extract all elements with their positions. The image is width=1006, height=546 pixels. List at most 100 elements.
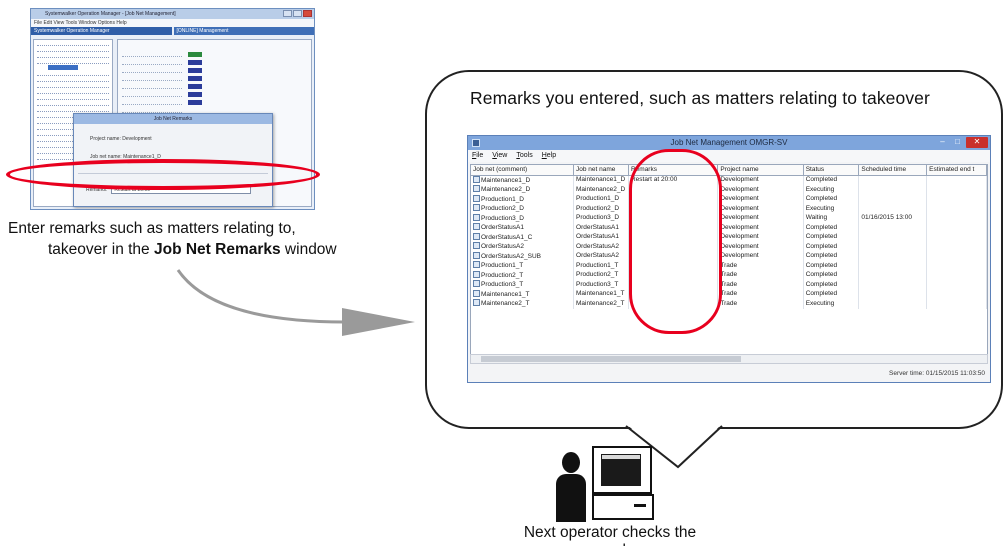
table-cell: Development <box>717 185 804 195</box>
table-cell <box>926 175 987 185</box>
table-cell: OrderStatusA2 <box>471 242 575 252</box>
mini-close-icon <box>303 10 312 17</box>
column-header[interactable]: Estimated end t <box>926 165 987 176</box>
table-row[interactable]: Production2_D Production2_D Development Exe… <box>471 204 987 214</box>
table-cell: Maintenance1_T <box>573 289 629 299</box>
table-cell: Maintenance2_T <box>471 299 575 309</box>
column-header[interactable]: Project name <box>717 165 804 176</box>
table-cell: Maintenance2_D <box>573 185 629 195</box>
table-cell: Production1_D <box>573 194 629 204</box>
table-cell: Production2_D <box>471 204 575 214</box>
horizontal-scrollbar[interactable] <box>470 354 988 364</box>
table-cell <box>858 185 928 195</box>
table-cell: Executing <box>803 185 860 195</box>
table-cell: Completed <box>803 242 860 252</box>
table-cell: Production1_T <box>573 261 629 271</box>
table-row[interactable]: Production1_T Production1_T Trade Completed <box>471 261 987 271</box>
column-header[interactable]: Job net (comment) <box>471 165 575 176</box>
left-caption-line1: Enter remarks such as matters relating t… <box>8 220 296 237</box>
table-cell: Development <box>717 204 804 214</box>
table-cell <box>858 280 928 290</box>
table-cell <box>858 270 928 280</box>
table-cell: Completed <box>803 223 860 233</box>
table-cell: OrderStatusA2 <box>573 242 629 252</box>
table-cell: 01/16/2015 13:00 <box>858 213 928 223</box>
menu-view[interactable]: View <box>492 150 507 162</box>
table-cell <box>926 299 987 309</box>
curved-arrow-icon <box>176 269 415 336</box>
table-cell: Production2_D <box>573 204 629 214</box>
table-row[interactable]: OrderStatusA2_SUB OrderStatusA2 Developmen… <box>471 251 987 261</box>
table-cell <box>926 232 987 242</box>
left-caption-bold: Job Net Remarks <box>153 241 281 258</box>
bubble-title: Remarks you entered, such as matters rel… <box>470 88 930 108</box>
table-row[interactable]: Production3_T Production3_T Trade Completed <box>471 280 987 290</box>
table-row[interactable]: Maintenance2_T Maintenance2_T Trade Executi… <box>471 299 987 309</box>
table-cell: Development <box>717 194 804 204</box>
table-cell: Completed <box>803 261 860 271</box>
table-cell <box>858 175 928 185</box>
dialog-title: Job Net Remarks <box>74 114 272 124</box>
menu-file[interactable]: File <box>472 150 483 162</box>
table-cell: Completed <box>803 232 860 242</box>
table-cell <box>926 223 987 233</box>
table-cell <box>926 204 987 214</box>
table-cell: Production2_T <box>573 270 629 280</box>
table-cell: Trade <box>717 280 804 290</box>
table-cell: Completed <box>803 194 860 204</box>
table-cell: Trade <box>717 261 804 271</box>
table-cell <box>926 242 987 252</box>
table-cell: Production1_T <box>471 261 575 271</box>
maximize-icon[interactable]: □ <box>951 137 964 148</box>
table-cell: Development <box>717 251 804 261</box>
table-cell <box>858 251 928 261</box>
computer-icon <box>592 446 654 520</box>
table-cell: Maintenance1_D <box>471 175 575 185</box>
table-cell: OrderStatusA2_SUB <box>471 251 575 261</box>
window-title: Job Net Management OMGR-SV <box>670 138 788 147</box>
menu-help[interactable]: Help <box>542 150 556 162</box>
table-cell: Maintenance2_D <box>471 185 575 195</box>
left-caption-suffix: window <box>280 241 337 258</box>
table-cell: Executing <box>803 204 860 214</box>
column-header[interactable]: Status <box>803 165 860 176</box>
table-row[interactable]: OrderStatusA2 OrderStatusA2 Development Com… <box>471 242 987 252</box>
table-row[interactable]: OrderStatusA1_C OrderStatusA1 Development C… <box>471 232 987 242</box>
table-row[interactable]: Maintenance2_D Maintenance2_D Development E… <box>471 185 987 195</box>
table-cell <box>858 223 928 233</box>
table-cell <box>926 213 987 223</box>
table-cell: Production3_T <box>471 280 575 290</box>
table-cell: Production3_T <box>573 280 629 290</box>
table-cell: Waiting <box>803 213 860 223</box>
table-cell: OrderStatusA2 <box>573 251 629 261</box>
table-row[interactable]: Maintenance1_T Maintenance1_T Trade Complet… <box>471 289 987 299</box>
table-cell <box>858 289 928 299</box>
highlight-oval-remarks-field <box>6 159 320 190</box>
table-cell: Production3_D <box>573 213 629 223</box>
operator-head-icon <box>562 452 580 473</box>
minimize-icon[interactable]: – <box>936 137 949 148</box>
column-header[interactable]: Scheduled time <box>858 165 928 176</box>
job-net-table: Job net (comment) Job net name Remarks Proj… <box>470 164 988 364</box>
table-cell <box>926 261 987 271</box>
table-cell: Maintenance1_D <box>573 175 629 185</box>
table-row[interactable]: Production2_T Production2_T Trade Completed <box>471 270 987 280</box>
server-time: Server time: 01/15/2015 11:03:50 <box>889 370 985 377</box>
table-cell: Production3_D <box>471 213 575 223</box>
table-row[interactable]: OrderStatusA1 OrderStatusA1 Development Com… <box>471 223 987 233</box>
table-cell <box>926 270 987 280</box>
table-row[interactable]: Maintenance1_D Maintenance1_D Restart at 2… <box>471 175 987 185</box>
table-cell <box>926 280 987 290</box>
table-cell: Trade <box>717 299 804 309</box>
column-header[interactable]: Job net name <box>573 165 629 176</box>
table-cell <box>926 289 987 299</box>
menu-tools[interactable]: Tools <box>516 150 532 162</box>
table-row[interactable]: Production1_D Production1_D Development Com… <box>471 194 987 204</box>
table-cell: Completed <box>803 251 860 261</box>
table-cell: Development <box>717 175 804 185</box>
table-row[interactable]: Production3_D Production3_D Development Wai… <box>471 213 987 223</box>
close-icon[interactable]: ✕ <box>966 137 988 148</box>
table-cell: Maintenance2_T <box>573 299 629 309</box>
table-cell: Completed <box>803 289 860 299</box>
table-cell: Completed <box>803 270 860 280</box>
